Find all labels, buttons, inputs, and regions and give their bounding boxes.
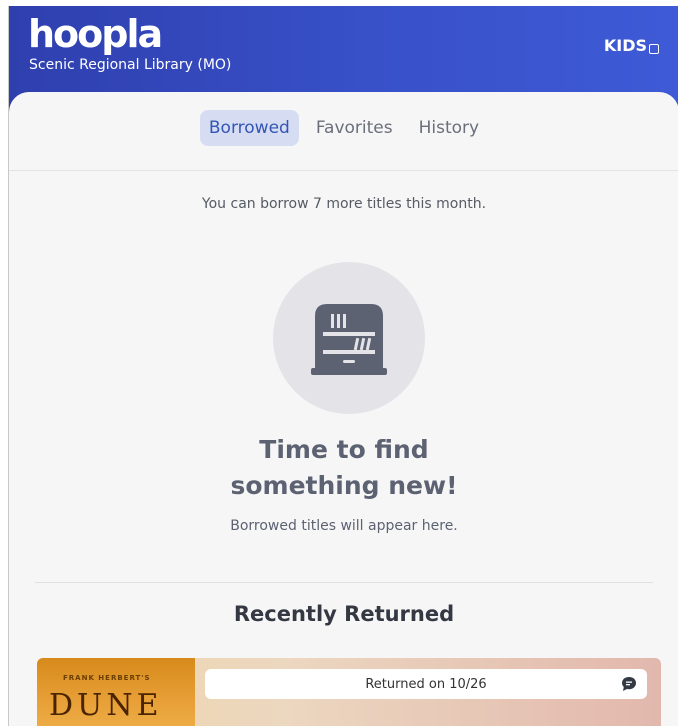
kids-label: KIDS <box>603 36 647 55</box>
empty-state-subtext: Borrowed titles will appear here. <box>230 518 458 534</box>
app-frame: hoopla Scenic Regional Library (MO) KIDS… <box>8 6 678 726</box>
main-content: Borrowed Favorites History You can borro… <box>9 92 678 726</box>
cover-title: DUNE <box>49 688 163 723</box>
section-divider <box>35 582 653 583</box>
headline-line-2: something new! <box>230 471 458 500</box>
cover-author: FRANK HERBERT'S <box>63 674 151 682</box>
library-name: Scenic Regional Library (MO) <box>29 57 232 73</box>
returned-date-text: Returned on 10/26 <box>365 676 487 692</box>
returned-title-card[interactable]: FRANK HERBERT'S DUNE Returned on 10/26 <box>37 658 661 726</box>
kids-mode-toggle[interactable]: KIDS <box>604 36 659 55</box>
kids-toggle-icon <box>649 43 659 54</box>
tab-borrowed[interactable]: Borrowed <box>199 110 299 146</box>
recently-returned-title: Recently Returned <box>233 602 455 626</box>
bookshelf-icon <box>311 304 387 375</box>
empty-state-headline: Time to find something new! <box>9 432 678 504</box>
hoopla-logo[interactable]: hoopla <box>28 12 163 56</box>
borrow-limit-text: You can borrow 7 more titles this month. <box>201 196 487 212</box>
returned-status: Returned on 10/26 <box>205 669 647 699</box>
review-chat-icon[interactable] <box>621 676 637 692</box>
tab-history[interactable]: History <box>410 110 488 146</box>
empty-state-illustration <box>273 262 425 414</box>
tab-favorites[interactable]: Favorites <box>307 110 402 146</box>
tab-bar: Borrowed Favorites History <box>9 110 678 146</box>
book-cover[interactable]: FRANK HERBERT'S DUNE <box>37 658 195 726</box>
headline-line-1: Time to find <box>259 435 429 464</box>
tab-divider <box>9 170 678 171</box>
